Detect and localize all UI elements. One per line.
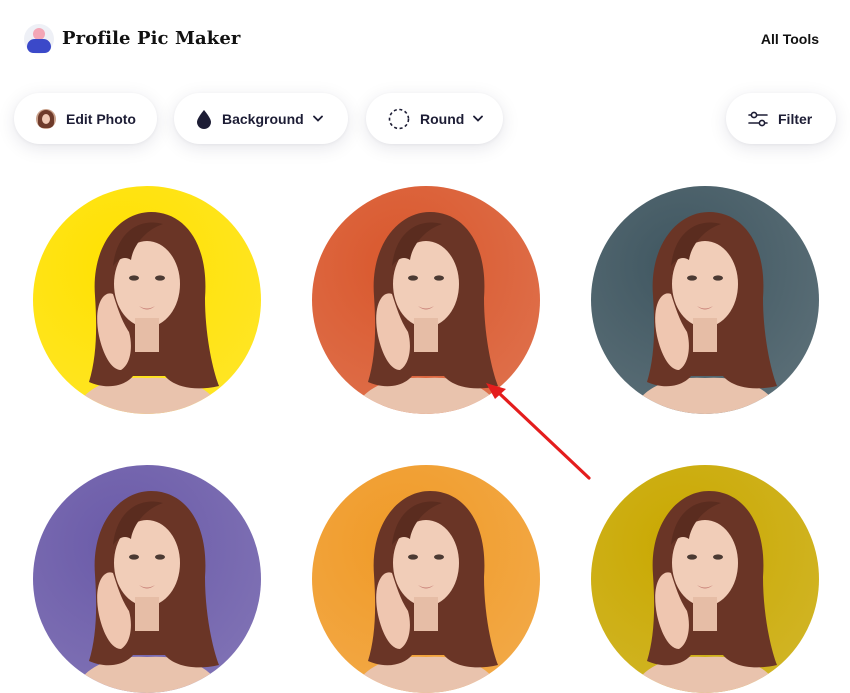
droplet-icon: [196, 109, 212, 129]
profile-pic-orange-red[interactable]: [312, 186, 540, 414]
toolbar: Edit Photo Background Round Filter: [0, 93, 850, 145]
profile-pic-slate[interactable]: [591, 186, 819, 414]
header: Profile Pic Maker All Tools: [0, 0, 850, 80]
chevron-down-icon: [312, 115, 323, 122]
profile-pic-yellow[interactable]: [33, 186, 261, 414]
filter-label: Filter: [778, 110, 813, 127]
portrait-image: [33, 186, 261, 414]
portrait-image: [312, 186, 540, 414]
dashed-circle-icon: [388, 108, 410, 130]
filter-button[interactable]: Filter: [726, 93, 836, 144]
app-title[interactable]: Profile Pic Maker: [62, 28, 240, 49]
shape-label: Round: [420, 110, 465, 127]
edit-photo-label: Edit Photo: [66, 110, 136, 127]
portrait-image: [591, 186, 819, 414]
profile-pic-gold[interactable]: [591, 465, 819, 693]
profile-pic-purple[interactable]: [33, 465, 261, 693]
photo-thumb-icon: [36, 108, 56, 129]
background-dropdown[interactable]: Background: [174, 93, 348, 144]
shape-dropdown[interactable]: Round: [366, 93, 503, 144]
sliders-filter-icon: [748, 110, 768, 128]
all-tools-link[interactable]: All Tools: [761, 31, 819, 47]
portrait-image: [312, 465, 540, 693]
chevron-down-icon: [473, 115, 484, 122]
profile-pic-orange[interactable]: [312, 465, 540, 693]
background-label: Background: [222, 110, 304, 127]
portrait-image: [591, 465, 819, 693]
app-logo-icon[interactable]: [24, 24, 54, 56]
edit-photo-button[interactable]: Edit Photo: [14, 93, 157, 144]
portrait-image: [33, 465, 261, 693]
